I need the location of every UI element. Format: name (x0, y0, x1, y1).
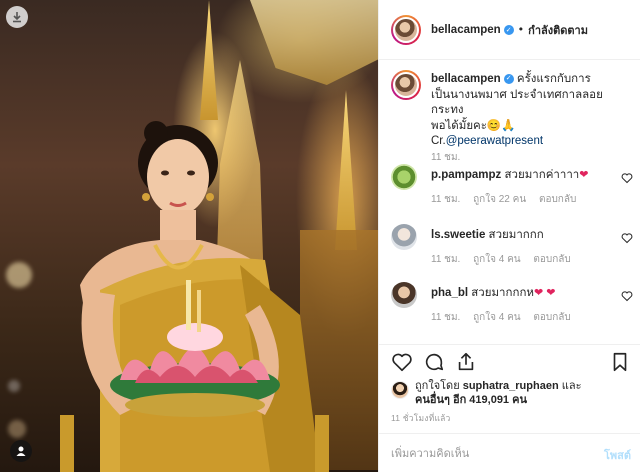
comment-likes[interactable]: ถูกใจ 22 คน (473, 194, 526, 205)
post-header: bellacampen ✓ • กำลังติดตาม (379, 0, 640, 60)
comment-body: p.pampampz สวยมากค่าาาา❤ (431, 166, 616, 184)
post-timestamp[interactable]: 11 ชั่วโมงที่แล้ว (391, 411, 451, 425)
share-icon[interactable] (455, 351, 477, 373)
comment-time[interactable]: 11 ชม. (431, 312, 460, 323)
person-tag-icon (16, 446, 26, 456)
header-username[interactable]: bellacampen (431, 24, 501, 36)
comment-meta: 11 ชม. ถูกใจ 4 คน ตอบกลับ (431, 310, 581, 325)
bokeh-light (8, 380, 20, 392)
caption-text: bellacampen ✓ ครั้งแรกกับการ เป็นนางนพมาศ… (431, 72, 631, 150)
separator: • (517, 23, 525, 36)
bokeh-light (8, 420, 26, 438)
comment-username[interactable]: p.pampampz (431, 169, 501, 181)
heart-icon[interactable] (391, 351, 413, 373)
comment-body: pha_bl สวยมากกกห❤ ❤ (431, 284, 616, 302)
comment-input[interactable] (391, 444, 571, 464)
comment-like-heart-icon[interactable] (621, 172, 633, 184)
reply-button[interactable]: ตอบกลับ (533, 312, 570, 323)
add-comment-bar: โพสต์ (379, 433, 640, 472)
bokeh-light (6, 262, 32, 288)
commenter-avatar[interactable] (391, 164, 417, 190)
commenter-avatar[interactable] (391, 282, 417, 308)
liker-username[interactable]: suphatra_ruphaen (463, 380, 559, 392)
comments-list[interactable]: bellacampen ✓ ครั้งแรกกับการ เป็นนางนพมาศ… (379, 60, 640, 344)
post-actions: ถูกใจโดย suphatra_ruphaen และ คนอื่นๆ อี… (379, 344, 640, 472)
comment-username[interactable]: pha_bl (431, 287, 468, 299)
reply-button[interactable]: ตอบกลับ (539, 194, 576, 205)
bookmark-icon[interactable] (609, 351, 631, 373)
verified-icon: ✓ (503, 24, 514, 35)
comment-icon[interactable] (423, 351, 445, 373)
comment-likes[interactable]: ถูกใจ 4 คน (473, 254, 521, 265)
background-ornament (250, 0, 378, 85)
download-button[interactable] (6, 6, 28, 28)
comment-meta: 11 ชม. ถูกใจ 22 คน ตอบกลับ (431, 192, 586, 207)
caption-line-3: พอได้มั้ยคะ😊🙏 (431, 119, 516, 132)
comment-text: สวยมากกก (488, 229, 544, 241)
post-side-panel: bellacampen ✓ • กำลังติดตาม bellacampen ✓… (378, 0, 640, 472)
comment-body: ls.sweetie สวยมากกก (431, 226, 616, 244)
comment-like-heart-icon[interactable] (621, 290, 633, 302)
likes-count[interactable]: คนอื่นๆ อีก 419,091 คน (415, 394, 527, 406)
comment-text: สวยมากค่าาาา (504, 169, 580, 181)
reply-button[interactable]: ตอบกลับ (533, 254, 570, 265)
comment-text: สวยมากกกห (471, 287, 534, 299)
comment-username[interactable]: ls.sweetie (431, 229, 485, 241)
credit-prefix: Cr. (431, 135, 446, 147)
download-icon (13, 12, 21, 23)
comment-like-heart-icon[interactable] (621, 232, 633, 244)
avatar[interactable] (391, 14, 421, 45)
commenter-avatar[interactable] (391, 224, 417, 250)
likes-text: ถูกใจโดย suphatra_ruphaen และ คนอื่นๆ อี… (415, 379, 625, 407)
liker-avatar[interactable] (391, 381, 409, 399)
tagged-people-button[interactable] (10, 440, 32, 462)
background-spire (200, 0, 218, 120)
caption-line-2: เป็นนางนพมาศ ประจำเทศกาลลอยกระทง (431, 88, 603, 117)
likes-prefix: ถูกใจโดย (415, 380, 460, 392)
comment-emoji: ❤ (579, 169, 589, 181)
credit-mention-link[interactable]: @peerawatpresent (446, 135, 543, 147)
comment-emoji: ❤ ❤ (534, 287, 556, 299)
likes-and: และ (561, 380, 582, 392)
post-photo[interactable] (0, 0, 378, 472)
verified-icon: ✓ (503, 73, 514, 84)
following-button[interactable]: กำลังติดตาม (528, 21, 588, 39)
caption-line-1: ครั้งแรกกับการ (516, 73, 591, 85)
post-comment-button[interactable]: โพสต์ (604, 446, 631, 464)
caption-time[interactable]: 11 ชม. (431, 150, 460, 165)
comment-time[interactable]: 11 ชม. (431, 254, 460, 265)
comment-time[interactable]: 11 ชม. (431, 194, 460, 205)
likes-summary: ถูกใจโดย suphatra_ruphaen และ คนอื่นๆ อี… (391, 379, 631, 407)
caption-username[interactable]: bellacampen (431, 73, 501, 85)
comment-meta: 11 ชม. ถูกใจ 4 คน ตอบกลับ (431, 252, 581, 267)
caption-avatar[interactable] (391, 70, 421, 100)
woman-figure (60, 121, 329, 472)
comment-likes[interactable]: ถูกใจ 4 คน (473, 312, 521, 323)
